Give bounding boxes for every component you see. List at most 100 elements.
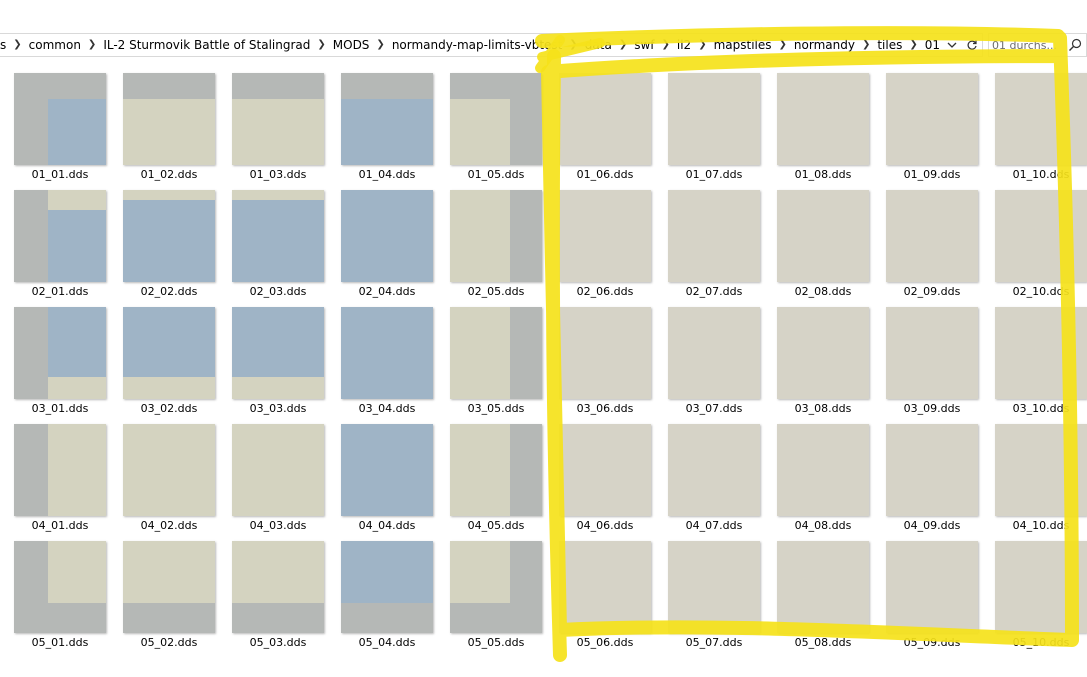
file-item[interactable]: 05_04.dds	[331, 528, 435, 649]
refresh-icon[interactable]	[962, 34, 982, 56]
file-thumbnail	[559, 73, 651, 165]
file-item[interactable]: 05_03.dds	[222, 528, 326, 649]
file-thumbnail	[14, 190, 106, 282]
file-item[interactable]: 03_02.dds	[113, 294, 217, 415]
file-thumbnail	[123, 73, 215, 165]
file-item[interactable]: 01_07.dds	[658, 60, 762, 181]
breadcrumb-item[interactable]: data	[578, 34, 619, 56]
file-thumbnail	[886, 190, 978, 282]
file-name: 05_02.dds	[140, 636, 198, 649]
breadcrumb-item[interactable]: normandy-map-limits-vbtest	[385, 34, 570, 56]
file-item[interactable]: 04_04.dds	[331, 411, 435, 532]
chevron-right-icon[interactable]: ❯	[909, 34, 917, 56]
breadcrumb-item[interactable]: tiles	[870, 34, 909, 56]
file-item[interactable]: 02_01.dds	[4, 177, 108, 298]
file-item[interactable]: 01_06.dds	[549, 60, 653, 181]
file-item[interactable]: 04_01.dds	[4, 411, 108, 532]
file-item[interactable]: 02_02.dds	[113, 177, 217, 298]
file-item[interactable]: 02_10.dds	[985, 177, 1087, 298]
file-item[interactable]: 03_08.dds	[767, 294, 871, 415]
breadcrumb-item[interactable]: IL-2 Sturmovik Battle of Stalingrad	[96, 34, 317, 56]
file-name: 05_03.dds	[249, 636, 307, 649]
breadcrumb: s ❯ common ❯ IL-2 Sturmovik Battle of St…	[0, 34, 947, 56]
file-item[interactable]: 05_10.dds	[985, 528, 1087, 649]
file-thumbnail	[341, 73, 433, 165]
title-area	[0, 0, 1087, 30]
chevron-right-icon[interactable]: ❯	[317, 34, 325, 56]
chevron-right-icon[interactable]: ❯	[569, 34, 577, 56]
breadcrumb-item[interactable]: il2	[670, 34, 698, 56]
file-thumbnail	[777, 541, 869, 633]
file-item[interactable]: 04_09.dds	[876, 411, 980, 532]
breadcrumb-item[interactable]: normandy	[787, 34, 862, 56]
file-item[interactable]: 05_06.dds	[549, 528, 653, 649]
file-thumbnail	[559, 190, 651, 282]
address-bar[interactable]: s ❯ common ❯ IL-2 Sturmovik Battle of St…	[0, 33, 983, 57]
file-item[interactable]: 05_01.dds	[4, 528, 108, 649]
file-thumbnail	[450, 73, 542, 165]
search-icon[interactable]	[1068, 38, 1082, 52]
file-item[interactable]: 05_08.dds	[767, 528, 871, 649]
file-item[interactable]: 03_04.dds	[331, 294, 435, 415]
file-item[interactable]: 04_06.dds	[549, 411, 653, 532]
file-name: 05_10.dds	[1012, 636, 1070, 649]
file-item[interactable]: 01_10.dds	[985, 60, 1087, 181]
file-name: 05_05.dds	[467, 636, 525, 649]
chevron-right-icon[interactable]: ❯	[376, 34, 384, 56]
file-thumbnail	[123, 424, 215, 516]
file-item[interactable]: 05_07.dds	[658, 528, 762, 649]
file-thumbnail	[341, 190, 433, 282]
breadcrumb-item[interactable]: s	[0, 34, 13, 56]
chevron-right-icon[interactable]: ❯	[779, 34, 787, 56]
file-item[interactable]: 02_09.dds	[876, 177, 980, 298]
chevron-right-icon[interactable]: ❯	[862, 34, 870, 56]
file-item[interactable]: 01_03.dds	[222, 60, 326, 181]
file-thumbnail	[123, 190, 215, 282]
file-item[interactable]: 05_02.dds	[113, 528, 217, 649]
chevron-right-icon[interactable]: ❯	[13, 34, 21, 56]
file-item[interactable]: 04_08.dds	[767, 411, 871, 532]
breadcrumb-item[interactable]: swf	[627, 34, 661, 56]
chevron-right-icon[interactable]: ❯	[88, 34, 96, 56]
breadcrumb-item[interactable]: MODS	[326, 34, 377, 56]
chevron-right-icon[interactable]: ❯	[619, 34, 627, 56]
file-thumbnail	[995, 307, 1087, 399]
file-item[interactable]: 01_09.dds	[876, 60, 980, 181]
file-item[interactable]: 03_01.dds	[4, 294, 108, 415]
file-item[interactable]: 04_05.dds	[440, 411, 544, 532]
file-thumbnail	[668, 190, 760, 282]
file-item[interactable]: 01_02.dds	[113, 60, 217, 181]
file-item[interactable]: 03_03.dds	[222, 294, 326, 415]
file-item[interactable]: 03_09.dds	[876, 294, 980, 415]
file-item[interactable]: 01_04.dds	[331, 60, 435, 181]
search-input[interactable]	[992, 36, 1066, 54]
file-item[interactable]: 02_03.dds	[222, 177, 326, 298]
file-item[interactable]: 03_06.dds	[549, 294, 653, 415]
file-thumbnail	[886, 541, 978, 633]
breadcrumb-item[interactable]: mapstiles	[707, 34, 779, 56]
file-item[interactable]: 04_02.dds	[113, 411, 217, 532]
file-item[interactable]: 04_10.dds	[985, 411, 1087, 532]
file-item[interactable]: 04_03.dds	[222, 411, 326, 532]
file-item[interactable]: 03_10.dds	[985, 294, 1087, 415]
file-item[interactable]: 03_05.dds	[440, 294, 544, 415]
file-item[interactable]: 02_07.dds	[658, 177, 762, 298]
file-item[interactable]: 04_07.dds	[658, 411, 762, 532]
file-item[interactable]: 02_08.dds	[767, 177, 871, 298]
file-item[interactable]: 01_01.dds	[4, 60, 108, 181]
file-item[interactable]: 05_09.dds	[876, 528, 980, 649]
file-item[interactable]: 02_06.dds	[549, 177, 653, 298]
file-thumbnail	[450, 424, 542, 516]
file-item[interactable]: 03_07.dds	[658, 294, 762, 415]
file-item[interactable]: 02_05.dds	[440, 177, 544, 298]
file-item[interactable]: 05_05.dds	[440, 528, 544, 649]
file-item[interactable]: 01_05.dds	[440, 60, 544, 181]
breadcrumb-item[interactable]: common	[22, 34, 88, 56]
chevron-right-icon[interactable]: ❯	[662, 34, 670, 56]
file-item[interactable]: 02_04.dds	[331, 177, 435, 298]
file-item[interactable]: 01_08.dds	[767, 60, 871, 181]
file-thumbnail	[995, 73, 1087, 165]
file-thumbnail	[232, 541, 324, 633]
chevron-down-icon[interactable]	[942, 34, 962, 56]
chevron-right-icon[interactable]: ❯	[698, 34, 706, 56]
